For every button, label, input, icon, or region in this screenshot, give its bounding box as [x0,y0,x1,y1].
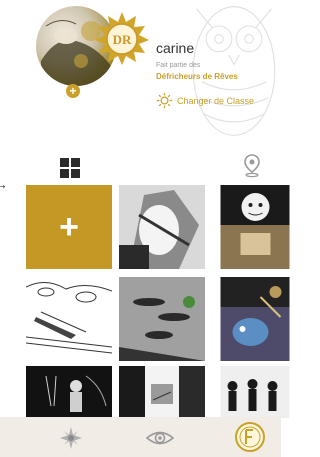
plus-icon: + [59,208,79,246]
profile-badge-icon[interactable] [234,421,266,453]
profile-header: DR + carine Fait partie des Défricheurs … [0,0,281,145]
group-name[interactable]: Défricheurs de Rêves [156,72,238,81]
bottom-navigation [0,417,281,457]
gallery-thumbnail[interactable] [212,277,298,361]
add-avatar-button[interactable]: + [66,84,80,98]
member-of-label: Fait partie des [156,62,201,69]
sun-icon[interactable] [60,427,82,449]
gallery-thumbnail[interactable] [119,366,205,418]
grid-view-icon[interactable] [60,158,80,178]
badge-initials: DR [113,32,132,47]
location-pin-icon[interactable] [244,154,260,178]
gallery-thumbnail[interactable] [212,366,298,418]
eye-icon[interactable] [146,429,174,447]
view-tabs [0,150,281,180]
class-badge: DR [95,12,149,65]
gallery-thumbnail[interactable] [212,185,298,269]
add-image-tile[interactable]: + [26,185,112,269]
change-class-label: Changer de Classe [177,95,255,106]
gallery-thumbnail[interactable] [119,185,205,269]
username: carine [156,40,195,56]
gear-icon [156,92,173,109]
gallery-thumbnail[interactable] [119,277,205,361]
gallery-thumbnail[interactable] [26,366,112,418]
gallery-thumbnail[interactable] [26,277,112,361]
change-class-button[interactable]: Changer de Classe [156,92,254,109]
